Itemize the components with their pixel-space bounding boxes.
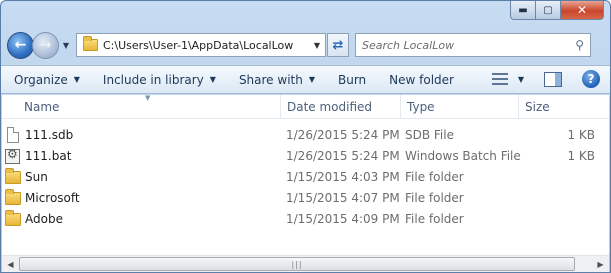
- search-icon: ⚲: [575, 38, 584, 52]
- search-box[interactable]: Search LocalLow ⚲: [355, 33, 591, 57]
- chevron-down-icon: ▼: [313, 40, 321, 50]
- address-path: C:\Users\User-1\AppData\LocalLow: [103, 38, 294, 52]
- file-row[interactable]: Microsoft 1/15/2015 4:07 PM File folder: [2, 188, 609, 209]
- scrollbar-thumb[interactable]: |||: [19, 257, 575, 271]
- scrollbar-grip: |||: [291, 259, 303, 269]
- file-type: File folder: [405, 191, 464, 205]
- scroll-right-icon[interactable]: ▶: [592, 256, 609, 272]
- view-controls: ▼ ?: [491, 70, 600, 88]
- recent-pages-dropdown[interactable]: ▼: [60, 41, 72, 50]
- batch-file-icon: [5, 147, 20, 164]
- change-view-button[interactable]: [491, 72, 508, 86]
- folder-icon: [83, 36, 98, 51]
- organize-label: Organize: [14, 72, 68, 87]
- column-name[interactable]: Name: [18, 95, 280, 119]
- column-date-modified[interactable]: Date modified: [280, 95, 400, 119]
- column-size[interactable]: Size: [518, 95, 610, 119]
- share-with-button[interactable]: Share with ▼: [239, 73, 315, 87]
- file-icon: [7, 127, 19, 143]
- file-date: 1/26/2015 5:24 PM: [286, 149, 400, 163]
- back-button[interactable]: ←: [7, 31, 34, 59]
- back-arrow-icon: ←: [14, 37, 27, 53]
- burn-label: Burn: [338, 72, 367, 87]
- address-bar[interactable]: C:\Users\User-1\AppData\LocalLow ▼: [76, 33, 326, 57]
- folder-icon: [5, 168, 21, 184]
- file-name: 111.bat: [25, 149, 72, 163]
- file-name: 111.sdb: [25, 128, 74, 142]
- file-row[interactable]: Adobe 1/15/2015 4:09 PM File folder: [2, 209, 609, 230]
- maximize-button[interactable]: ▢: [536, 1, 561, 20]
- chevron-down-icon: ▼: [73, 75, 80, 84]
- preview-pane-icon[interactable]: [544, 71, 562, 87]
- refresh-icon: ⇄: [332, 37, 344, 53]
- forward-button[interactable]: →: [32, 31, 59, 59]
- share-with-label: Share with: [238, 72, 303, 87]
- column-type[interactable]: Type: [400, 95, 518, 119]
- caption-buttons: ▬ ▢ ✕: [510, 1, 604, 20]
- file-row[interactable]: 111.sdb 1/26/2015 5:24 PM SDB File 1 KB: [2, 125, 609, 146]
- close-button[interactable]: ✕: [561, 1, 604, 20]
- include-in-library-button[interactable]: Include in library ▼: [103, 73, 216, 87]
- search-input[interactable]: Search LocalLow: [362, 39, 454, 52]
- file-date: 1/26/2015 5:24 PM: [286, 128, 400, 142]
- horizontal-scrollbar[interactable]: ◀ ||| ▶: [2, 255, 609, 272]
- help-icon[interactable]: ?: [582, 70, 600, 88]
- file-date: 1/15/2015 4:09 PM: [286, 212, 400, 226]
- file-row[interactable]: Sun 1/15/2015 4:03 PM File folder: [2, 167, 609, 188]
- file-type: File folder: [405, 212, 464, 226]
- forward-arrow-icon: →: [39, 37, 52, 53]
- chevron-down-icon[interactable]: ▼: [518, 75, 524, 84]
- file-type: File folder: [405, 170, 464, 184]
- file-list: ▼ Name Date modified Type Size 111.sdb 1…: [2, 94, 610, 272]
- address-dropdown[interactable]: ▼: [309, 41, 325, 50]
- file-name: Sun: [25, 170, 48, 184]
- refresh-button[interactable]: ⇄: [327, 33, 349, 57]
- include-in-library-label: Include in library: [102, 72, 204, 87]
- folder-icon: [5, 210, 21, 226]
- file-date: 1/15/2015 4:07 PM: [286, 191, 400, 205]
- chevron-down-icon: ▼: [62, 40, 70, 50]
- file-row[interactable]: 111.bat 1/26/2015 5:24 PM Windows Batch …: [2, 146, 609, 167]
- file-type: Windows Batch File: [405, 149, 521, 163]
- explorer-window: ▬ ▢ ✕ ← → ▼ C:\Users\User-1\AppData\Loca…: [0, 0, 611, 273]
- file-name: Microsoft: [25, 191, 80, 205]
- chevron-down-icon: ▼: [308, 75, 315, 84]
- file-size: 1 KB: [567, 149, 595, 163]
- file-name: Adobe: [25, 212, 63, 226]
- minimize-button[interactable]: ▬: [510, 1, 536, 20]
- column-header: ▼ Name Date modified Type Size: [2, 94, 610, 119]
- new-folder-label: New folder: [389, 72, 454, 87]
- organize-button[interactable]: Organize ▼: [14, 73, 80, 87]
- folder-icon: [5, 189, 21, 205]
- burn-button[interactable]: Burn: [338, 73, 366, 87]
- scroll-left-icon[interactable]: ◀: [2, 256, 19, 272]
- navigation-bar: ← → ▼ C:\Users\User-1\AppData\LocalLow ▼…: [7, 30, 604, 60]
- file-size: 1 KB: [567, 128, 595, 142]
- chevron-down-icon: ▼: [209, 75, 216, 84]
- command-bar: Organize ▼ Include in library ▼ Share wi…: [1, 65, 610, 94]
- new-folder-button[interactable]: New folder: [389, 73, 454, 87]
- file-type: SDB File: [405, 128, 454, 142]
- file-date: 1/15/2015 4:03 PM: [286, 170, 400, 184]
